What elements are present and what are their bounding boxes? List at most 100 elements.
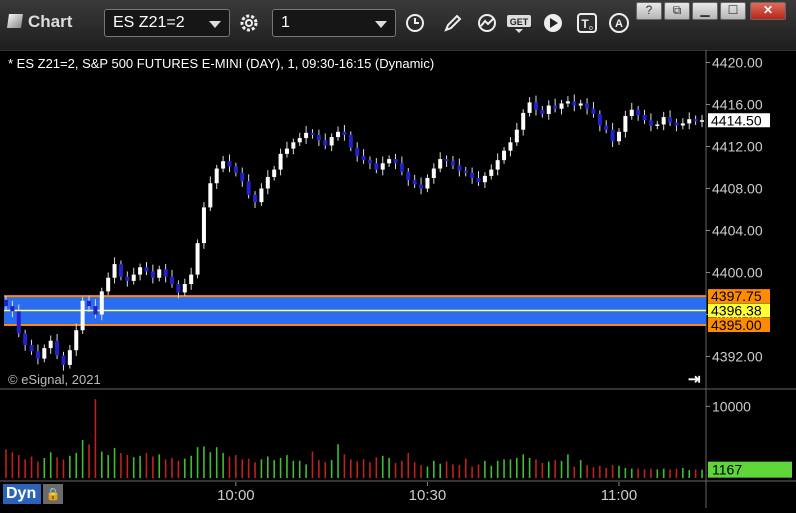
pencil-icon[interactable] [440, 10, 466, 36]
candle-body [508, 142, 513, 151]
candle-body [67, 350, 72, 365]
band-low-label: 4395.00 [711, 317, 762, 333]
window-title: Chart [7, 12, 72, 32]
dynamic-mode-button[interactable]: Dyn [3, 484, 41, 504]
price-tick-label: 4416.00 [712, 97, 763, 113]
get-icon[interactable]: GET [506, 10, 532, 36]
candle-body [661, 117, 666, 125]
chevron-down-icon[interactable] [375, 21, 387, 28]
candle-body [527, 102, 532, 113]
volume-pane[interactable]: 10000 1167 [0, 390, 796, 482]
text-tool-icon[interactable]: To [574, 10, 600, 36]
candle-body [316, 134, 321, 141]
candle-body [74, 330, 79, 351]
clock-icon[interactable] [402, 10, 428, 36]
candle-body [476, 178, 481, 183]
candle-body [489, 169, 494, 176]
candle-body [521, 112, 526, 130]
chart-logo-icon [7, 14, 23, 28]
candle-body [502, 150, 507, 161]
maximize-button[interactable]: ☐ [720, 2, 746, 20]
candle-body [284, 148, 289, 154]
price-background [0, 50, 796, 390]
candle-body [431, 168, 436, 178]
candle-body [495, 160, 500, 170]
scroll-end-icon: ⇥ [688, 371, 701, 388]
candle-body [48, 340, 53, 349]
svg-text:o: o [589, 25, 593, 32]
candle-body [99, 291, 104, 315]
candle-body [150, 271, 155, 278]
lock-icon[interactable]: 🔒 [43, 484, 63, 504]
study-icon[interactable] [474, 10, 500, 36]
help-button[interactable]: ? [636, 2, 662, 20]
candle-body [668, 117, 673, 123]
candle-body [195, 243, 200, 275]
volume-background [0, 390, 796, 482]
chevron-down-icon[interactable] [209, 21, 221, 28]
price-chart[interactable]: 4420.00 4416.00 4412.00 4408.00 4404.00 4400.… [0, 49, 796, 390]
candle-body [361, 155, 366, 161]
interval-value: 1 [281, 14, 290, 31]
candle-body [176, 284, 181, 293]
candle-body [106, 277, 111, 292]
candle-body [170, 276, 175, 285]
candle-body [616, 131, 621, 142]
candle-body [355, 147, 360, 156]
candle-body [687, 119, 692, 124]
candle-body [546, 105, 551, 114]
candle-body [125, 276, 130, 281]
play-icon[interactable] [540, 10, 566, 36]
candle-body [470, 172, 475, 178]
candle-body [259, 188, 264, 203]
candle-body [482, 175, 487, 183]
last-price-label: 4414.50 [711, 112, 762, 128]
candle-body [374, 163, 379, 170]
candle-body [35, 351, 40, 359]
candle-body [674, 122, 679, 126]
candle-body [208, 183, 213, 208]
volume-tick-label: 10000 [712, 398, 751, 414]
candle-body [572, 101, 577, 106]
restore-button[interactable]: ⧉ [664, 2, 690, 20]
candle-body [227, 161, 232, 167]
candle-body [457, 165, 462, 171]
candle-body [182, 284, 187, 293]
symbol-combo[interactable]: ES Z21=2 [104, 9, 230, 37]
gear-icon[interactable] [236, 10, 262, 36]
candle-body [393, 159, 398, 164]
candle-body [246, 181, 251, 195]
svg-text:A: A [615, 18, 623, 30]
price-pane[interactable]: 4420.00 4416.00 4412.00 4408.00 4404.00 4400.… [0, 49, 796, 390]
interval-combo[interactable]: 1 [272, 9, 396, 37]
candle-body [329, 137, 334, 146]
candle-body [412, 180, 417, 185]
candle-body [201, 207, 206, 244]
candle-body [623, 116, 628, 132]
candle-body [278, 153, 283, 170]
minimize-button[interactable]: ▁ [692, 2, 718, 20]
candle-body [265, 176, 270, 189]
symbol-value: ES Z21=2 [113, 14, 185, 31]
candle-body [642, 115, 647, 121]
candle-body [189, 274, 194, 285]
copyright-label: © eSignal, 2021 [8, 372, 101, 387]
candle-body [138, 267, 143, 275]
candle-body [233, 166, 238, 173]
candle-body [29, 344, 34, 352]
time-axis: 10:00 10:30 11:00 [0, 482, 796, 508]
volume-chart[interactable]: 10000 1167 [0, 390, 796, 482]
toolbar: Chart ES Z21=2 1 GET To A ? ⧉ ▁ ☐ ✕ [0, 0, 796, 51]
close-button[interactable]: ✕ [750, 2, 786, 20]
alert-icon[interactable]: A [606, 10, 632, 36]
candle-body [253, 194, 258, 203]
candle-body [297, 138, 302, 143]
candle-body [387, 159, 392, 164]
candle-body [514, 129, 519, 143]
candle-body [419, 184, 424, 189]
candle-body [380, 163, 385, 170]
candle-body [55, 340, 60, 356]
candle-body [553, 105, 558, 109]
candle-body [163, 269, 168, 277]
candle-body [214, 168, 219, 184]
